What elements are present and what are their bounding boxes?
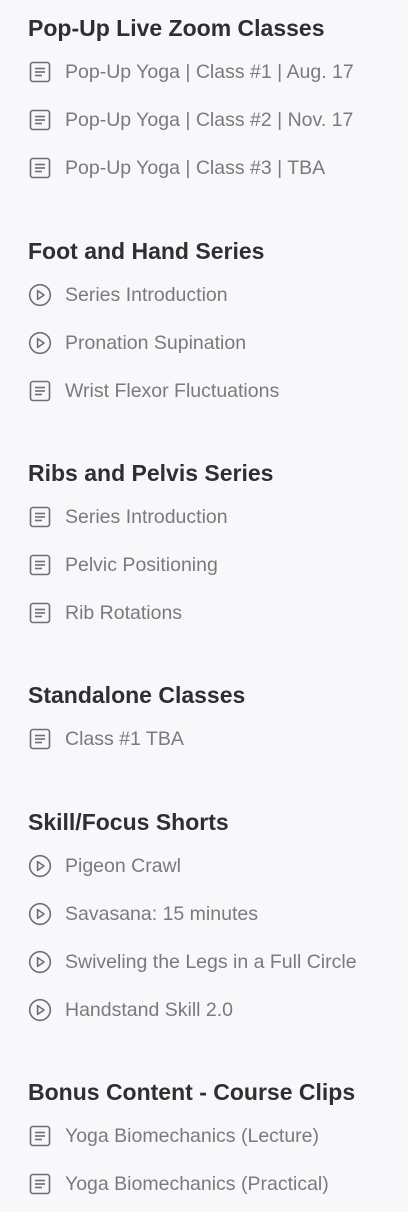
lesson-title[interactable]: Pop-Up Yoga | Class #1 | Aug. 17 [65, 61, 354, 84]
lesson-title[interactable]: Series Introduction [65, 506, 228, 529]
document-icon [28, 108, 52, 132]
document-icon [28, 60, 52, 84]
document-icon [28, 727, 52, 751]
lesson-title[interactable]: Rib Rotations [65, 602, 182, 625]
section-title: Ribs and Pelvis Series [28, 460, 274, 486]
lesson-title[interactable]: Pigeon Crawl [65, 855, 181, 878]
lesson-list: Pop-Up Yoga | Class #1 | Aug. 17 Pop-Up Y… [28, 48, 408, 192]
play-icon [28, 854, 52, 878]
lesson-item[interactable]: Yoga Biomechanics (Lecture) [28, 1112, 408, 1160]
lesson-item[interactable]: Pop-Up Yoga | Class #1 | Aug. 17 [28, 48, 408, 96]
lesson-item[interactable]: Pelvic Positioning [28, 541, 408, 589]
document-icon [28, 1172, 52, 1196]
lesson-title[interactable]: Yoga Biomechanics (Practical) [65, 1173, 329, 1196]
lesson-title[interactable]: Series Introduction [65, 284, 228, 307]
section-title: Standalone Classes [28, 682, 246, 708]
document-icon [28, 505, 52, 529]
lesson-item[interactable]: Handstand Skill 2.0 [28, 986, 408, 1034]
lesson-title[interactable]: Class #1 TBA [65, 728, 184, 751]
lesson-list: Series Introduction Pelvic Positioning Rib… [28, 493, 408, 637]
lesson-title[interactable]: Swiveling the Legs in a Full Circle [65, 951, 357, 974]
play-icon [28, 998, 52, 1022]
lesson-list: Series Introduction Pronation Supination W… [28, 271, 408, 415]
lesson-title[interactable]: Savasana: 15 minutes [65, 903, 258, 926]
lesson-item[interactable]: Pop-Up Yoga | Class #2 | Nov. 17 [28, 96, 408, 144]
lesson-item[interactable]: Rib Rotations [28, 589, 408, 637]
lesson-item[interactable]: Swiveling the Legs in a Full Circle [28, 938, 408, 986]
lesson-title[interactable]: Pop-Up Yoga | Class #3 | TBA [65, 157, 325, 180]
course-section: Bonus Content - Course Clips Yoga Biomech… [28, 1078, 408, 1208]
lesson-title[interactable]: Handstand Skill 2.0 [65, 999, 233, 1022]
course-section: Pop-Up Live Zoom Classes Pop-Up Yoga | Cl… [28, 14, 408, 192]
lesson-item[interactable]: Pronation Supination [28, 319, 408, 367]
document-icon [28, 156, 52, 180]
lesson-title[interactable]: Wrist Flexor Fluctuations [65, 380, 279, 403]
course-section: Foot and Hand Series Series Introduction P… [28, 237, 408, 415]
lesson-item[interactable]: Pop-Up Yoga | Class #3 | TBA [28, 144, 408, 192]
lesson-title[interactable]: Pelvic Positioning [65, 554, 218, 577]
section-title: Pop-Up Live Zoom Classes [28, 15, 325, 41]
play-icon [28, 950, 52, 974]
document-icon [28, 553, 52, 577]
section-title: Skill/Focus Shorts [28, 809, 229, 835]
lesson-title[interactable]: Yoga Biomechanics (Lecture) [65, 1125, 319, 1148]
lesson-list: Pigeon Crawl Savasana: 15 minutes Swivelin… [28, 842, 408, 1034]
lesson-list: Yoga Biomechanics (Lecture) Yoga Biomecha… [28, 1112, 408, 1208]
play-icon [28, 283, 52, 307]
lesson-item[interactable]: Series Introduction [28, 271, 408, 319]
lesson-title[interactable]: Pop-Up Yoga | Class #2 | Nov. 17 [65, 109, 353, 132]
section-title: Bonus Content - Course Clips [28, 1079, 356, 1105]
course-section: Standalone Classes Class #1 TBA [28, 681, 408, 763]
play-icon [28, 331, 52, 355]
course-section: Ribs and Pelvis Series Series Introductio… [28, 459, 408, 637]
lesson-item[interactable]: Series Introduction [28, 493, 408, 541]
lesson-list: Class #1 TBA [28, 715, 408, 763]
document-icon [28, 379, 52, 403]
play-icon [28, 902, 52, 926]
lesson-item[interactable]: Savasana: 15 minutes [28, 890, 408, 938]
lesson-item[interactable]: Pigeon Crawl [28, 842, 408, 890]
document-icon [28, 601, 52, 625]
lesson-item[interactable]: Wrist Flexor Fluctuations [28, 367, 408, 415]
lesson-title[interactable]: Pronation Supination [65, 332, 246, 355]
document-icon [28, 1124, 52, 1148]
section-title: Foot and Hand Series [28, 238, 265, 264]
lesson-item[interactable]: Yoga Biomechanics (Practical) [28, 1160, 408, 1208]
course-section: Skill/Focus Shorts Pigeon Crawl Savasana: … [28, 808, 408, 1034]
lesson-item[interactable]: Class #1 TBA [28, 715, 408, 763]
